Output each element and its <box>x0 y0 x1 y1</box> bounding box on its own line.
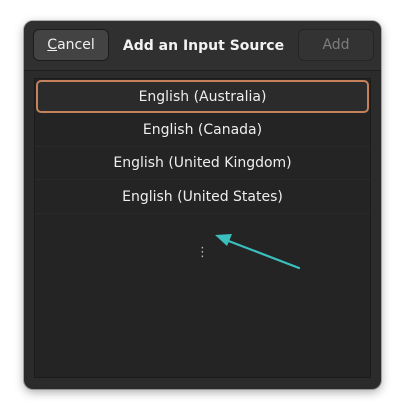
list-item-label: English (United States) <box>122 189 283 205</box>
list-item[interactable]: English (United States) <box>35 181 370 214</box>
list-item-label: English (United Kingdom) <box>113 155 292 171</box>
dialog-title: Add an Input Source <box>122 37 285 54</box>
dialog-header: Cancel Add an Input Source Add <box>24 21 381 71</box>
list-item-label: English (Canada) <box>142 122 263 138</box>
add-button[interactable]: Add <box>298 29 374 61</box>
list-item-label: English (Australia) <box>138 88 267 105</box>
cancel-label: ancel <box>57 37 95 53</box>
list-item[interactable]: English (Australia) <box>36 80 369 113</box>
cancel-mnemonic: C <box>47 37 58 53</box>
more-options-icon: ⋮ <box>196 244 209 260</box>
list-item[interactable]: English (United Kingdom) <box>35 147 370 180</box>
list-item[interactable]: English (Canada) <box>35 114 370 147</box>
show-more-button[interactable]: ⋮ <box>35 242 370 262</box>
add-input-source-dialog: Cancel Add an Input Source Add English (… <box>24 21 381 389</box>
input-source-list: English (Australia) English (Canada) Eng… <box>34 78 371 378</box>
cancel-button[interactable]: Cancel <box>33 29 109 61</box>
